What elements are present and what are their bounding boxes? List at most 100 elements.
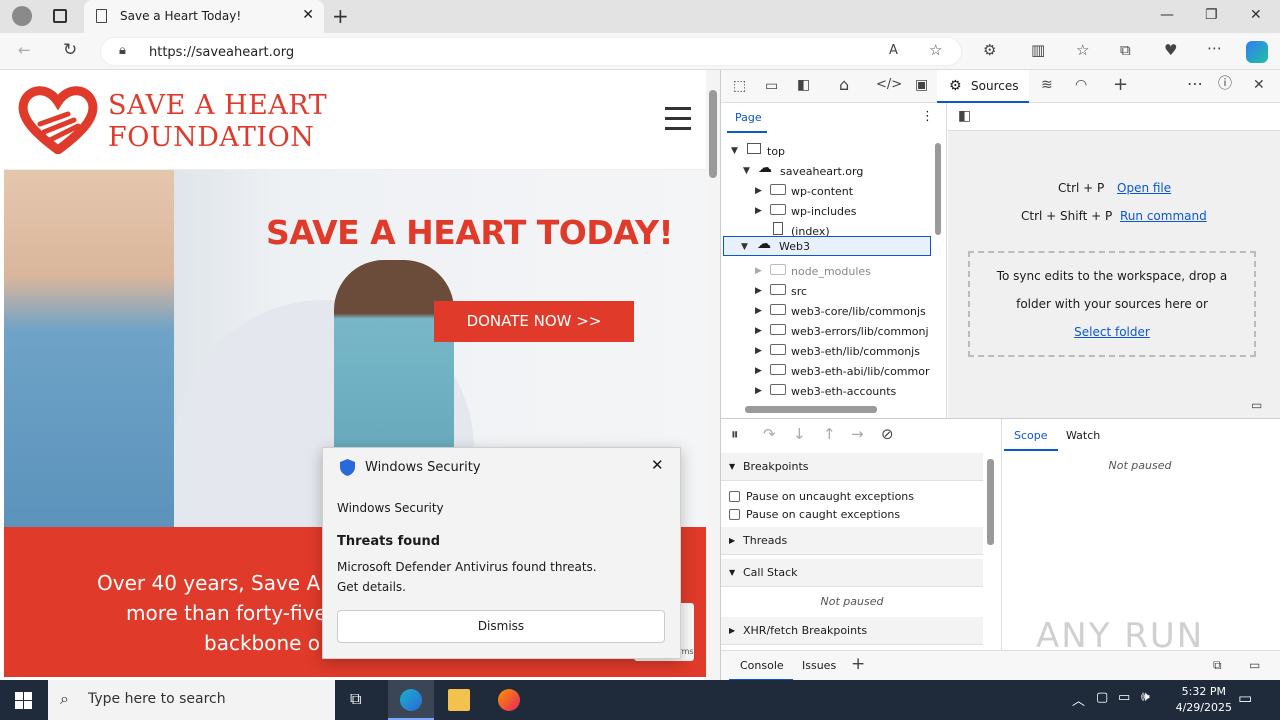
- expand-icon[interactable]: ▶: [755, 286, 762, 296]
- network-icon[interactable]: ≋: [1041, 78, 1053, 92]
- expand-web3-icon[interactable]: ▼: [741, 242, 748, 252]
- expand-domain-icon[interactable]: ▼: [743, 166, 750, 176]
- favorites-icon[interactable]: ☆: [1076, 43, 1089, 58]
- tree-item[interactable]: wp-content: [791, 185, 853, 198]
- call-stack-section[interactable]: ▼ Call Stack: [721, 559, 983, 587]
- tree-item[interactable]: web3-core/lib/commonjs: [791, 305, 926, 318]
- tab-console[interactable]: Console: [729, 651, 793, 681]
- tree-item[interactable]: web3-eth-abi/lib/commor: [791, 365, 929, 378]
- tab-page[interactable]: Page: [727, 107, 767, 133]
- tab-watch[interactable]: Watch: [1066, 429, 1100, 442]
- firefox-icon[interactable]: [498, 689, 520, 711]
- tab-scope[interactable]: Scope: [1004, 421, 1058, 451]
- close-window-icon[interactable]: ✕: [1250, 7, 1262, 23]
- edge-taskbar-button[interactable]: [388, 680, 434, 720]
- welcome-icon[interactable]: ⌂: [839, 77, 849, 93]
- tree-item[interactable]: node_modules: [791, 265, 871, 278]
- tab-actions-icon[interactable]: [53, 9, 67, 23]
- minimize-icon[interactable]: —: [1160, 7, 1174, 23]
- profile-icon[interactable]: [12, 6, 32, 26]
- read-aloud-icon[interactable]: A: [889, 44, 898, 57]
- deactivate-breakpoints-icon[interactable]: ⊘: [881, 427, 894, 442]
- expand-icon[interactable]: ▶: [755, 386, 762, 396]
- expand-icon[interactable]: ▶: [755, 346, 762, 356]
- device-toggle-icon[interactable]: ▭: [765, 79, 778, 93]
- browser-tab[interactable]: Save a Heart Today! ✕: [84, 0, 324, 33]
- maximize-icon[interactable]: ❐: [1205, 7, 1218, 23]
- tree-item[interactable]: src: [791, 285, 807, 298]
- step-into-icon[interactable]: ↓: [793, 427, 806, 442]
- menu-icon[interactable]: [665, 107, 691, 130]
- performance-icon[interactable]: ♥: [1164, 43, 1177, 58]
- tray-chevron-icon[interactable]: ︿: [1072, 690, 1085, 709]
- favorite-icon[interactable]: ☆: [929, 43, 942, 58]
- tree-web3-row[interactable]: ▼ ☁ Web3: [723, 236, 931, 256]
- navigator-more-icon[interactable]: ⋮: [921, 109, 934, 124]
- tree-top[interactable]: top: [767, 145, 785, 158]
- split-screen-icon[interactable]: ▥: [1031, 43, 1045, 58]
- step-over-icon[interactable]: ↷: [763, 427, 776, 442]
- more-icon[interactable]: ⋯: [1207, 41, 1222, 56]
- volume-icon[interactable]: 🕪︎: [1141, 689, 1150, 705]
- checkbox[interactable]: [729, 509, 740, 520]
- heart-logo-icon[interactable]: [18, 84, 98, 156]
- devtools-menu-icon[interactable]: ⋯: [1187, 76, 1203, 92]
- refresh-icon[interactable]: ↻: [63, 42, 77, 59]
- toggle-navigator-icon[interactable]: ◧: [958, 109, 971, 123]
- expand-top-icon[interactable]: ▼: [731, 146, 738, 156]
- open-file-link[interactable]: Open file: [1117, 181, 1171, 195]
- page-scrollbar-thumb[interactable]: [709, 90, 717, 178]
- navigator-hscrollbar[interactable]: [745, 406, 877, 413]
- debugger-scrollbar[interactable]: [987, 459, 994, 545]
- collections-icon[interactable]: ⧉: [1120, 43, 1131, 58]
- url-field[interactable]: 🔒︎ https://saveaheart.org A ☆: [100, 37, 962, 66]
- coverage-icon[interactable]: ▭: [1251, 399, 1262, 411]
- threads-section[interactable]: ▶ Threads: [721, 527, 983, 555]
- expand-icon[interactable]: ▶: [755, 366, 762, 376]
- tree-item[interactable]: web3-errors/lib/commonj: [791, 325, 929, 338]
- step-out-icon[interactable]: ↑: [823, 427, 836, 442]
- dismiss-button[interactable]: Dismiss: [337, 610, 665, 643]
- donate-button[interactable]: DONATE NOW >>: [434, 301, 634, 342]
- breakpoints-section[interactable]: ▼ Breakpoints: [721, 453, 983, 481]
- navigator-vscrollbar[interactable]: [935, 143, 941, 235]
- select-folder-text[interactable]: Select folder: [1074, 325, 1150, 339]
- expand-icon[interactable]: ▶: [755, 326, 762, 336]
- back-icon[interactable]: ←: [18, 43, 31, 58]
- tree-item[interactable]: wp-includes: [791, 205, 857, 218]
- extensions-icon[interactable]: ⚙: [983, 43, 996, 58]
- close-notification-icon[interactable]: ✕: [651, 456, 664, 474]
- expand-icon[interactable]: ▶: [755, 206, 762, 216]
- console-icon[interactable]: ▣: [915, 78, 928, 92]
- tree-item[interactable]: web3-eth-accounts: [791, 385, 896, 398]
- elements-icon[interactable]: </>: [876, 78, 902, 91]
- dock-icon[interactable]: ◧: [797, 78, 810, 92]
- performance-panel-icon[interactable]: ◠: [1075, 78, 1087, 92]
- copilot-icon[interactable]: [1246, 41, 1268, 63]
- select-folder-link[interactable]: Select folder: [970, 325, 1254, 339]
- checkbox[interactable]: [729, 491, 740, 502]
- more-tools-icon[interactable]: +: [1113, 76, 1128, 94]
- help-icon[interactable]: ⓘ: [1218, 77, 1232, 91]
- expand-icon[interactable]: ▶: [755, 266, 762, 276]
- task-view-icon[interactable]: ⧉: [350, 689, 361, 709]
- tab-sources[interactable]: ⚙ Sources: [937, 70, 1029, 103]
- network-tray-icon[interactable]: ▭: [1118, 690, 1130, 705]
- start-icon[interactable]: [15, 692, 32, 709]
- notification-message[interactable]: Microsoft Defender Antivirus found threa…: [337, 557, 637, 597]
- expand-icon[interactable]: ▶: [755, 186, 762, 196]
- page-scrollbar[interactable]: [706, 70, 720, 680]
- add-drawer-tab-icon[interactable]: +: [851, 656, 865, 673]
- xhr-section[interactable]: ▶ XHR/fetch Breakpoints: [721, 617, 983, 645]
- file-explorer-icon[interactable]: [448, 689, 470, 711]
- clock[interactable]: 5:32 PM 4/29/2025: [1176, 684, 1232, 716]
- inspect-icon[interactable]: ⬚: [733, 79, 746, 93]
- tab-issues[interactable]: Issues: [802, 659, 836, 672]
- taskbar-search[interactable]: ⌕ Type here to search: [48, 680, 335, 720]
- tray-app-icon[interactable]: ▢: [1096, 690, 1108, 705]
- close-drawer-icon[interactable]: ▭: [1249, 659, 1260, 671]
- workspace-drop-zone[interactable]: To sync edits to the workspace, drop a f…: [968, 251, 1256, 357]
- pause-icon[interactable]: ⏸: [731, 427, 739, 442]
- run-command-link[interactable]: Run command: [1120, 209, 1207, 223]
- close-devtools-icon[interactable]: ✕: [1253, 78, 1265, 92]
